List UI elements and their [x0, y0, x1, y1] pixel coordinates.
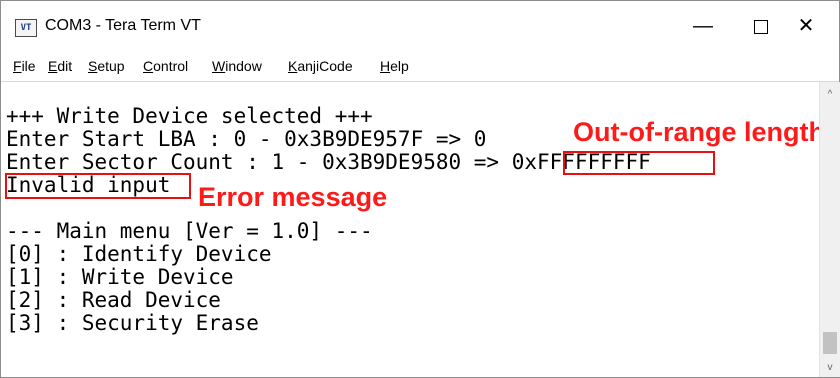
menu-bar: File Edit Setup Control Window KanjiCode…: [1, 51, 839, 82]
menu-setup[interactable]: Setup: [88, 58, 125, 74]
menu-file[interactable]: File: [13, 58, 36, 74]
terminal-line: [3] : Security Erase: [6, 311, 259, 335]
invalid-input-highlight-box: [5, 173, 191, 199]
menu-help[interactable]: Help: [380, 58, 409, 74]
terminal-line: [1] : Write Device: [6, 265, 234, 289]
tera-term-app-icon[interactable]: VT: [15, 19, 37, 37]
menu-edit[interactable]: Edit: [48, 58, 72, 74]
minimize-button[interactable]: —: [683, 9, 723, 43]
error-message-annotation: Error message: [198, 182, 388, 212]
scroll-down-arrow-icon[interactable]: v: [820, 359, 840, 377]
maximize-button[interactable]: [741, 9, 781, 43]
terminal-line: --- Main menu [Ver = 1.0] ---: [6, 219, 373, 243]
out-of-range-length-annotation: Out-of-range length: [573, 117, 825, 147]
terminal-line: +++ Write Device selected +++: [6, 104, 373, 128]
terminal-line: Enter Sector Count : 1 - 0x3B9DE9580 => …: [6, 150, 651, 174]
maximize-icon: [754, 19, 768, 34]
terminal-line: [2] : Read Device: [6, 288, 221, 312]
out-of-range-highlight-box: [563, 151, 715, 175]
vertical-scrollbar[interactable]: ^ v: [819, 82, 840, 377]
terminal-output[interactable]: +++ Write Device selected +++ Enter Star…: [1, 82, 825, 377]
scroll-up-arrow-icon[interactable]: ^: [820, 86, 840, 104]
terminal-window: VT COM3 - Tera Term VT — ✕ File Edit Set…: [0, 0, 840, 378]
terminal-line: [0] : Identify Device: [6, 242, 272, 266]
menu-control[interactable]: Control: [143, 58, 188, 74]
menu-window[interactable]: Window: [212, 58, 262, 74]
close-button[interactable]: ✕: [786, 9, 826, 43]
window-title: COM3 - Tera Term VT: [45, 17, 201, 34]
menu-kanjicode[interactable]: KanjiCode: [288, 58, 353, 74]
terminal-line: Enter Start LBA : 0 - 0x3B9DE957F => 0: [6, 127, 487, 151]
title-bar[interactable]: VT COM3 - Tera Term VT — ✕: [1, 1, 839, 51]
scroll-thumb[interactable]: [823, 332, 837, 354]
